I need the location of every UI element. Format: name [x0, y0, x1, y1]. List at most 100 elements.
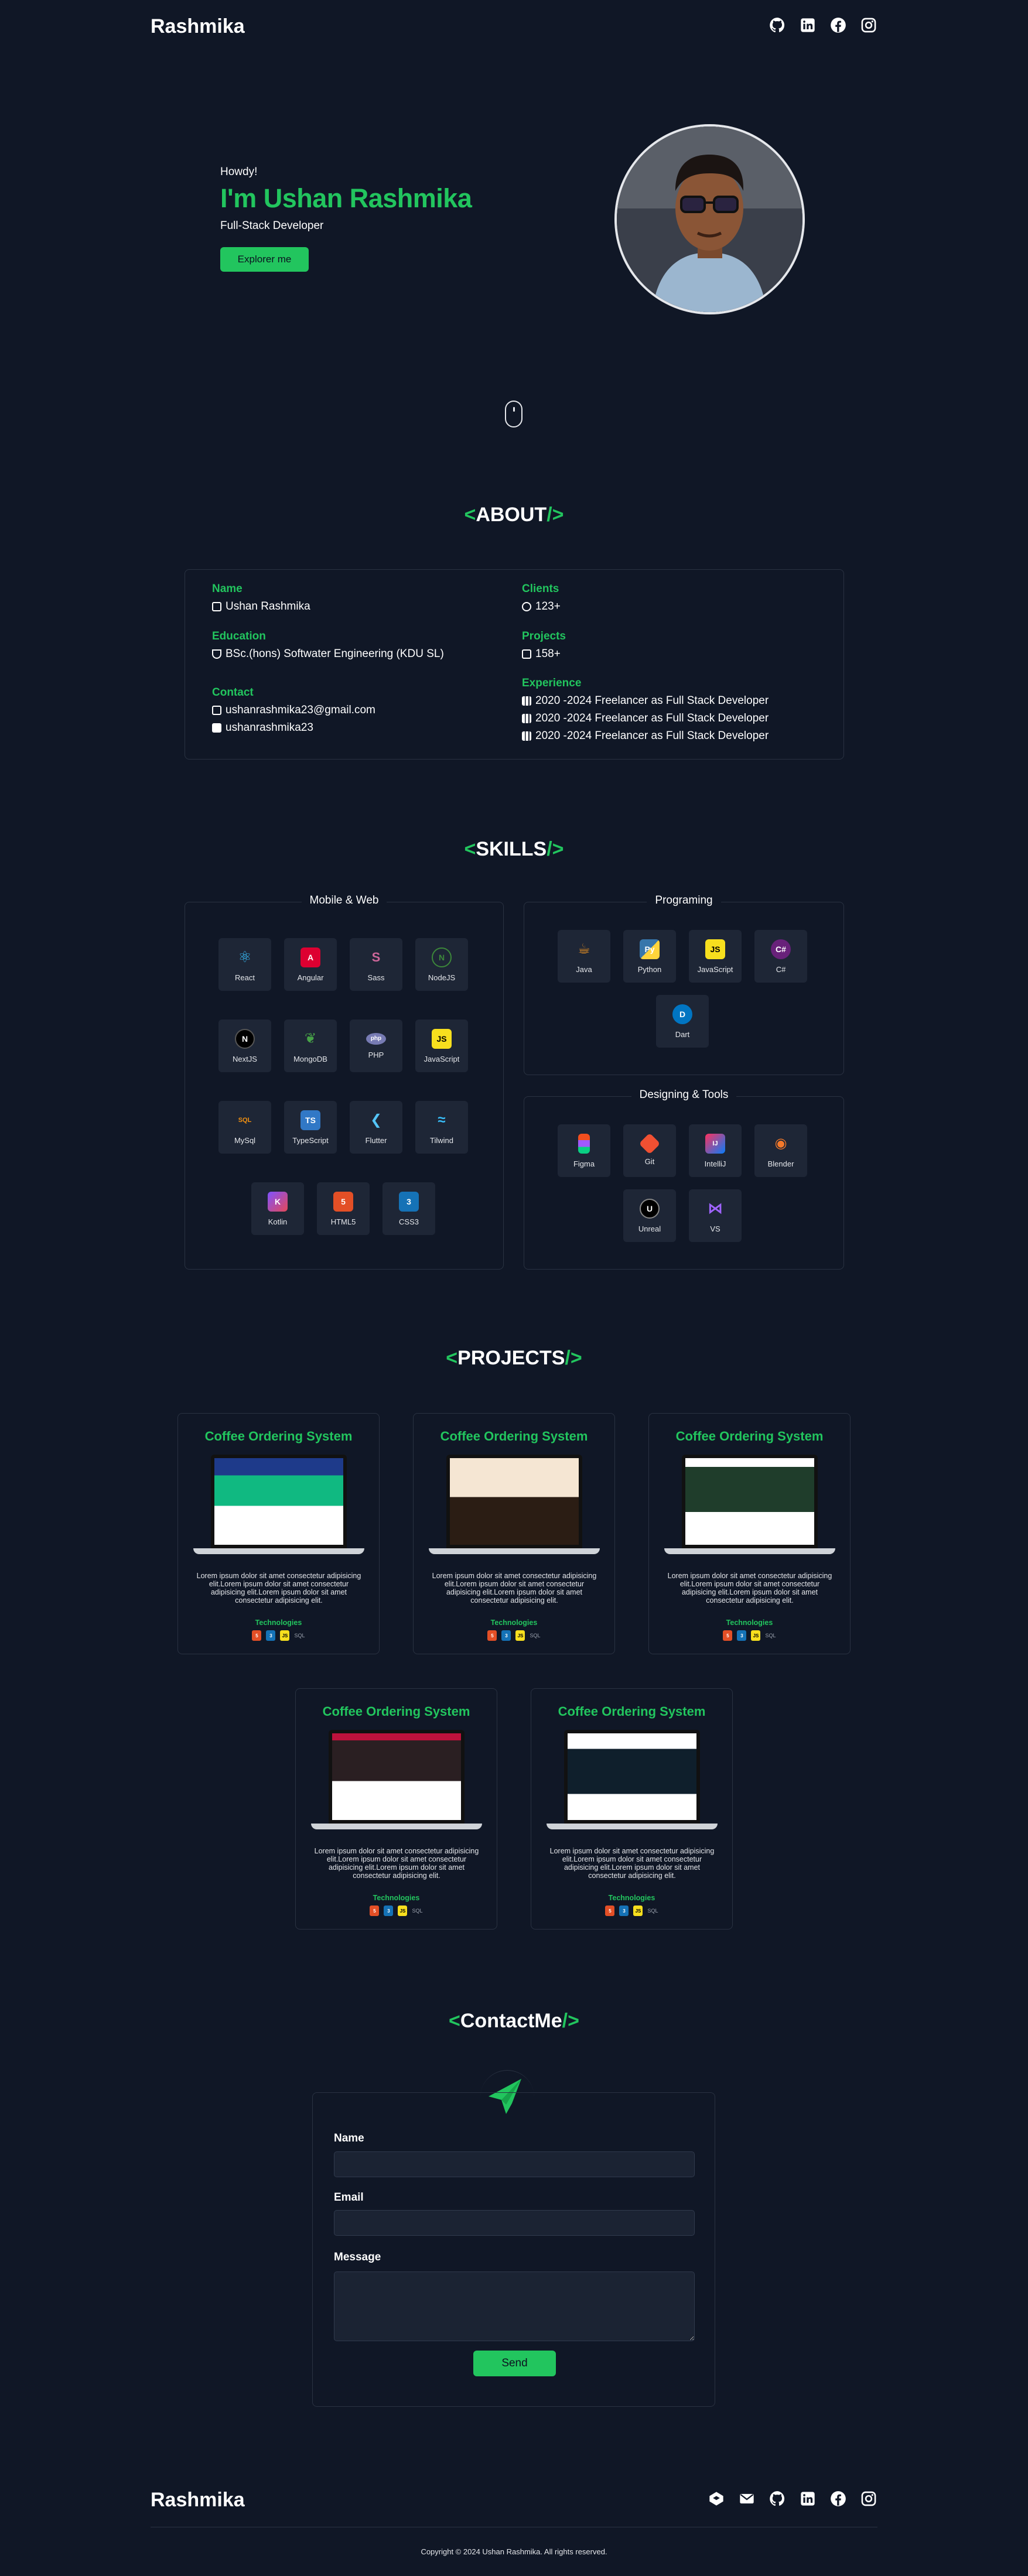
sass-icon: S	[371, 949, 381, 964]
project-card[interactable]: Coffee Ordering System Lorem ipsum dolor…	[413, 1413, 615, 1654]
github-icon[interactable]	[769, 16, 786, 34]
chart-bar-icon	[522, 696, 531, 706]
instagram-icon[interactable]	[860, 16, 877, 34]
project-card[interactable]: Coffee Ordering System Lorem ipsum dolor…	[531, 1688, 733, 1930]
skill-tile-kotlin[interactable]: K Kotlin	[251, 1182, 304, 1235]
figma-icon	[578, 1133, 590, 1154]
graduation-cap-icon	[212, 649, 221, 659]
skill-tile-python[interactable]: Py Python	[623, 930, 676, 983]
skill-tile-intellij[interactable]: IJ IntelliJ	[689, 1124, 742, 1177]
skill-tile-nodejs[interactable]: N NodeJS	[415, 938, 468, 991]
skill-tile-sass[interactable]: S Sass	[350, 938, 402, 991]
tailwind-icon: ≈	[438, 1111, 446, 1128]
project-title: Coffee Ordering System	[322, 1704, 470, 1719]
about-name-label: Name	[212, 583, 243, 595]
send-button[interactable]: Send	[473, 2351, 556, 2376]
contact-message-label: Message	[334, 2251, 381, 2263]
skill-tile-php[interactable]: php PHP	[350, 1020, 402, 1072]
mail-icon[interactable]	[738, 2490, 756, 2507]
html5-icon: 5	[333, 1191, 353, 1212]
instagram-icon[interactable]	[860, 2490, 877, 2507]
skill-tile-mysql[interactable]: SQL MySql	[218, 1101, 271, 1154]
javascript-icon: JS	[751, 1630, 761, 1641]
contact-name-input[interactable]	[334, 2151, 695, 2177]
project-card[interactable]: Coffee Ordering System Lorem ipsum dolor…	[295, 1688, 497, 1930]
project-title: Coffee Ordering System	[440, 1429, 588, 1443]
skill-tile-tailwind[interactable]: ≈ Tilwind	[415, 1101, 468, 1154]
html5-icon: 5	[723, 1630, 733, 1641]
skill-tile-figma[interactable]: Figma	[558, 1124, 610, 1177]
javascript-icon: JS	[398, 1906, 408, 1916]
project-description: Lorem ipsum dolor sit amet consectetur a…	[667, 1572, 832, 1605]
csharp-icon: C#	[771, 939, 791, 959]
css3-icon: 3	[619, 1906, 629, 1916]
nextjs-icon: N	[235, 1028, 255, 1049]
project-screenshot	[547, 1730, 718, 1833]
skills-designing-title: Designing & Tools	[631, 1089, 737, 1101]
skill-tile-javascript[interactable]: JS JavaScript	[689, 930, 742, 983]
html5-icon: 5	[487, 1630, 497, 1641]
codepen-icon[interactable]	[708, 2490, 725, 2507]
facebook-icon[interactable]	[829, 2490, 847, 2507]
skill-tile-nextjs[interactable]: N NextJS	[218, 1020, 271, 1072]
skill-tile-git[interactable]: Git	[623, 1124, 676, 1177]
javascript-icon: JS	[633, 1906, 643, 1916]
skill-tile-dart[interactable]: D Dart	[656, 995, 709, 1048]
about-contact-label: Contact	[212, 686, 254, 699]
kotlin-icon: K	[268, 1191, 288, 1212]
visual-studio-icon: ⋈	[708, 1199, 723, 1217]
about-email[interactable]: ushanrashmika23@gmail.com	[212, 704, 375, 717]
about-education-value: BSc.(hons) Softwater Engineering (KDU SL…	[212, 648, 444, 661]
skill-tile-typescript[interactable]: TS TypeScript	[284, 1101, 337, 1154]
css3-icon: 3	[737, 1630, 747, 1641]
projects-title: <PROJECTS/>	[446, 1347, 582, 1369]
experience-item: 2020 -2024 Freelancer as Full Stack Deve…	[522, 695, 769, 707]
contact-email-input[interactable]	[334, 2210, 695, 2236]
linkedin-icon[interactable]	[799, 16, 817, 34]
skill-tile-javascript[interactable]: JS JavaScript	[415, 1020, 468, 1072]
skill-tile-vs[interactable]: ⋈ VS	[689, 1189, 742, 1242]
id-card-icon	[212, 602, 221, 611]
hero-name: I'm Ushan Rashmika	[220, 183, 472, 213]
project-tech-label: Technologies	[726, 1619, 773, 1627]
skill-tile-css3[interactable]: 3 CSS3	[382, 1182, 435, 1235]
skill-tile-blender[interactable]: ◉ Blender	[754, 1124, 807, 1177]
contact-email-label: Email	[334, 2191, 364, 2204]
linkedin-icon[interactable]	[799, 2490, 817, 2507]
skill-tile-mongodb[interactable]: ❦ MongoDB	[284, 1020, 337, 1072]
skill-tile-angular[interactable]: A Angular	[284, 938, 337, 991]
mysql-icon: SQL	[765, 1633, 776, 1638]
nav-brand[interactable]: Rashmika	[151, 15, 245, 38]
skill-tile-java[interactable]: ☕ Java	[558, 930, 610, 983]
skill-tile-html5[interactable]: 5 HTML5	[317, 1182, 370, 1235]
skills-title: <SKILLS/>	[464, 838, 564, 860]
scroll-mouse-icon[interactable]	[505, 401, 522, 427]
mysql-icon: SQL	[238, 1116, 252, 1124]
dart-icon: D	[672, 1004, 692, 1024]
project-card[interactable]: Coffee Ordering System Lorem ipsum dolor…	[177, 1413, 380, 1654]
project-card[interactable]: Coffee Ordering System Lorem ipsum dolor…	[648, 1413, 851, 1654]
skill-tile-flutter[interactable]: ❮ Flutter	[350, 1101, 402, 1154]
footer-brand[interactable]: Rashmika	[151, 2489, 245, 2512]
contact-message-input[interactable]	[334, 2271, 695, 2341]
python-icon: Py	[640, 939, 660, 959]
project-screenshot	[193, 1455, 364, 1558]
project-title: Coffee Ordering System	[675, 1429, 824, 1443]
blender-icon: ◉	[774, 1135, 787, 1151]
facebook-icon[interactable]	[829, 16, 847, 34]
explore-button[interactable]: Explorer me	[220, 247, 309, 272]
github-icon[interactable]	[769, 2490, 786, 2507]
about-linkedin[interactable]: ushanrashmika23	[212, 721, 313, 734]
experience-item: 2020 -2024 Freelancer as Full Stack Deve…	[522, 730, 769, 743]
skill-tile-react[interactable]: ⚛ React	[218, 938, 271, 991]
project-description: Lorem ipsum dolor sit amet consectetur a…	[432, 1572, 597, 1605]
linkedin-icon	[212, 723, 221, 733]
contact-form: Name Email Message Send	[312, 2092, 715, 2407]
chart-bar-icon	[522, 731, 531, 741]
skill-tile-unreal[interactable]: U Unreal	[623, 1189, 676, 1242]
skill-tile-csharp[interactable]: C# C#	[754, 930, 807, 983]
about-clients-value: 123+	[522, 600, 561, 613]
about-projects-value: 158+	[522, 648, 561, 661]
html5-icon: 5	[252, 1630, 262, 1641]
about-card: Name Ushan Rashmika Education BSc.(hons)…	[185, 569, 844, 760]
